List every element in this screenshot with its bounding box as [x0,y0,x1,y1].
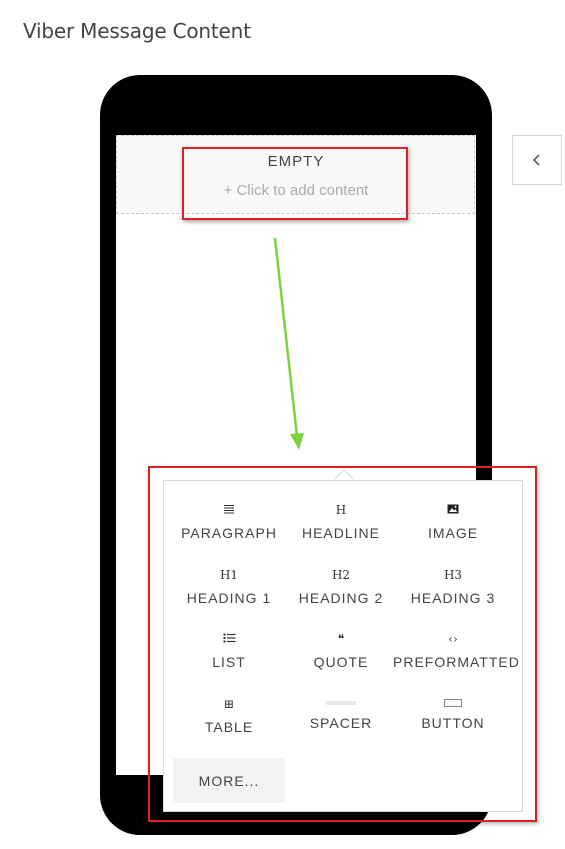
highlight-box-popover [148,466,537,822]
